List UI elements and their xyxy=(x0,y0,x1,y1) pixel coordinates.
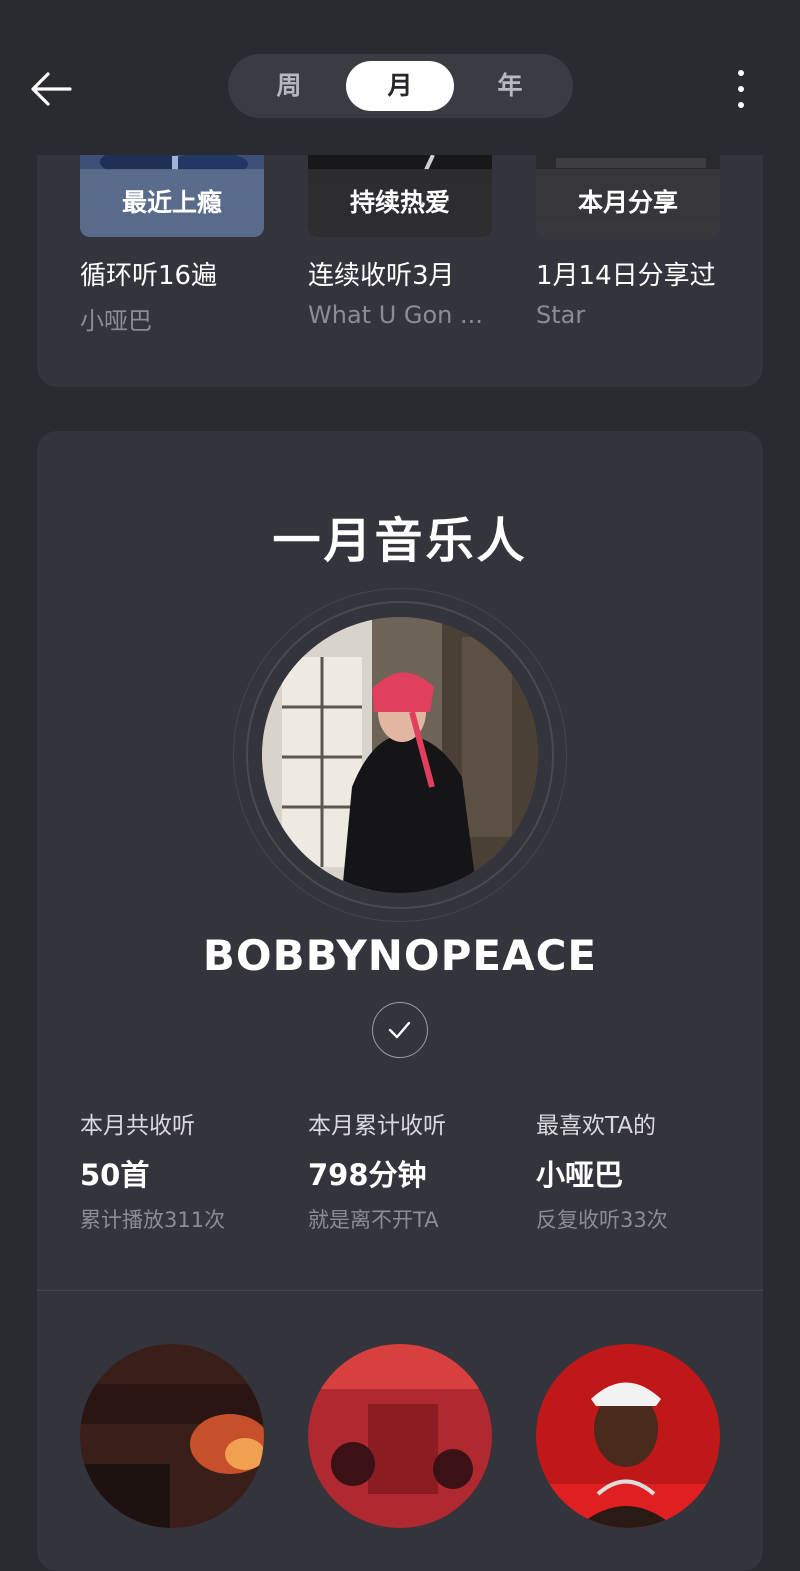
back-arrow-icon[interactable] xyxy=(26,66,76,112)
highlight-tag: 持续热爱 xyxy=(308,169,492,237)
highlight-tag: 最近上瘾 xyxy=(80,169,264,237)
period-switch: 周 月 年 xyxy=(228,54,573,118)
stat-songs: 本月共收听 50首 累计播放311次 xyxy=(80,1106,280,1234)
tab-week[interactable]: 周 xyxy=(235,61,343,111)
album-cover[interactable] xyxy=(536,1344,720,1528)
highlight-title: 连续收听3月 xyxy=(308,261,455,291)
artist-avatar[interactable] xyxy=(262,617,538,893)
tab-month[interactable]: 月 xyxy=(346,61,454,111)
tab-year[interactable]: 年 xyxy=(456,61,564,111)
highlight-subtitle[interactable]: What U Gon ... xyxy=(308,301,492,329)
album-cover[interactable] xyxy=(80,1344,264,1528)
divider xyxy=(37,1290,763,1291)
highlight-title: 循环听16遍 xyxy=(80,261,218,291)
stat-favorite: 最喜欢TA的 小哑巴 反复收听33次 xyxy=(536,1106,736,1234)
stat-note: 反复收听33次 xyxy=(536,1208,668,1232)
stat-label: 本月累计收听 xyxy=(308,1113,446,1139)
card-title: 一月音乐人 xyxy=(272,513,528,569)
highlight-title: 1月14日分享过 xyxy=(536,261,716,291)
artist-name[interactable]: BOBBYNOPEACE xyxy=(37,931,763,980)
more-vertical-icon[interactable] xyxy=(728,66,754,112)
checkmark-icon[interactable] xyxy=(372,1002,428,1058)
top-bar: 周 月 年 xyxy=(0,0,800,155)
highlight-tag: 本月分享 xyxy=(536,169,720,237)
monthly-artist-card: 一月音乐人 BOBBYNOPEACE 本月共收听 50首 累计播放311次 本月… xyxy=(37,431,763,1571)
stat-label: 最喜欢TA的 xyxy=(536,1113,656,1139)
stat-note: 就是离不开TA xyxy=(308,1208,439,1232)
album-cover[interactable] xyxy=(308,1344,492,1528)
stat-value: 50首 xyxy=(80,1158,150,1192)
highlight-subtitle[interactable]: Star xyxy=(536,301,720,329)
stat-note: 累计播放311次 xyxy=(80,1208,226,1232)
stat-label: 本月共收听 xyxy=(80,1113,195,1139)
stat-value: 小哑巴 xyxy=(536,1158,624,1192)
stat-minutes: 本月累计收听 798分钟 就是离不开TA xyxy=(308,1106,508,1234)
highlight-subtitle[interactable]: 小哑巴 xyxy=(80,301,264,336)
stat-value: 798分钟 xyxy=(308,1158,427,1192)
